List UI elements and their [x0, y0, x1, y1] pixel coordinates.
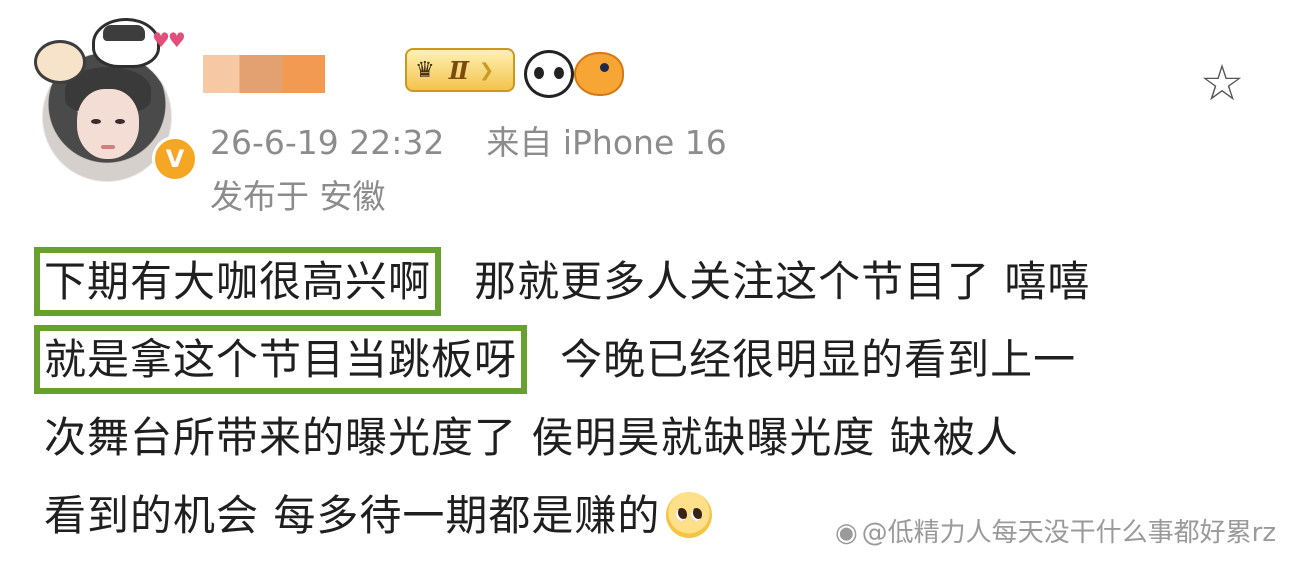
avatar-eye-right	[115, 119, 125, 124]
avatar-eye-left	[91, 119, 101, 124]
member-level-label: Ⅱ	[448, 55, 469, 85]
pleading-face-emoji-icon	[666, 492, 713, 538]
avatar-container[interactable]: ♥♥ V	[34, 18, 198, 182]
highlighted-phrase-2: 就是拿这个节目当跳板呀	[33, 325, 528, 394]
watermark-text: @低精力人每天没干什么事都好累rz	[861, 518, 1276, 548]
verified-v-icon: V	[152, 136, 198, 182]
author-name-obscured[interactable]	[203, 55, 325, 93]
star-outline-icon: ☆	[1199, 54, 1245, 112]
post-line-2: 就是拿这个节目当跳板呀 今晚已经很明显的看到上一	[33, 321, 1254, 399]
avatar-pendant-cat-icon	[34, 40, 86, 84]
post-meta: 26-6-19 22:32 来自 iPhone 16	[210, 116, 727, 164]
panda-badge-icon[interactable]	[524, 50, 574, 98]
post-source: 来自 iPhone 16	[486, 123, 727, 162]
member-level-badge[interactable]: ♛ Ⅱ ❯	[405, 48, 515, 92]
post-line-3: 次舞台所带来的曝光度了 侯明昊就缺曝光度 缺被人	[44, 413, 1019, 462]
fish-badge-icon[interactable]	[574, 52, 624, 96]
hearts-icon: ♥♥	[152, 28, 186, 52]
favorite-star-button[interactable]: ☆	[1195, 56, 1249, 110]
watermark: ◉ @低精力人每天没干什么事都好累rz	[835, 512, 1276, 549]
post-text-4: 看到的机会 每多待一期都是赚的	[44, 491, 661, 540]
weibo-logo-icon: ◉	[834, 518, 858, 548]
avatar-mouth	[101, 145, 115, 149]
post-timestamp: 26-6-19 22:32	[210, 123, 445, 162]
highlighted-phrase-1: 下期有大咖很高兴啊	[33, 247, 442, 316]
chevron-right-icon: ❯	[478, 59, 495, 81]
avatar-pendant-dog-icon	[92, 18, 160, 68]
post-body: 下期有大咖很高兴啊 那就更多人关注这个节目了 嘻嘻 就是拿这个节目当跳板呀 今晚…	[33, 243, 1254, 555]
post-line-1: 下期有大咖很高兴啊 那就更多人关注这个节目了 嘻嘻	[33, 243, 1254, 321]
crown-icon: ♛	[415, 57, 435, 83]
post-text-1b: 那就更多人关注这个节目了 嘻嘻	[474, 257, 1091, 306]
post-text-2b: 今晚已经很明显的看到上一	[560, 335, 1077, 384]
post-location: 发布于 安徽	[210, 177, 386, 216]
